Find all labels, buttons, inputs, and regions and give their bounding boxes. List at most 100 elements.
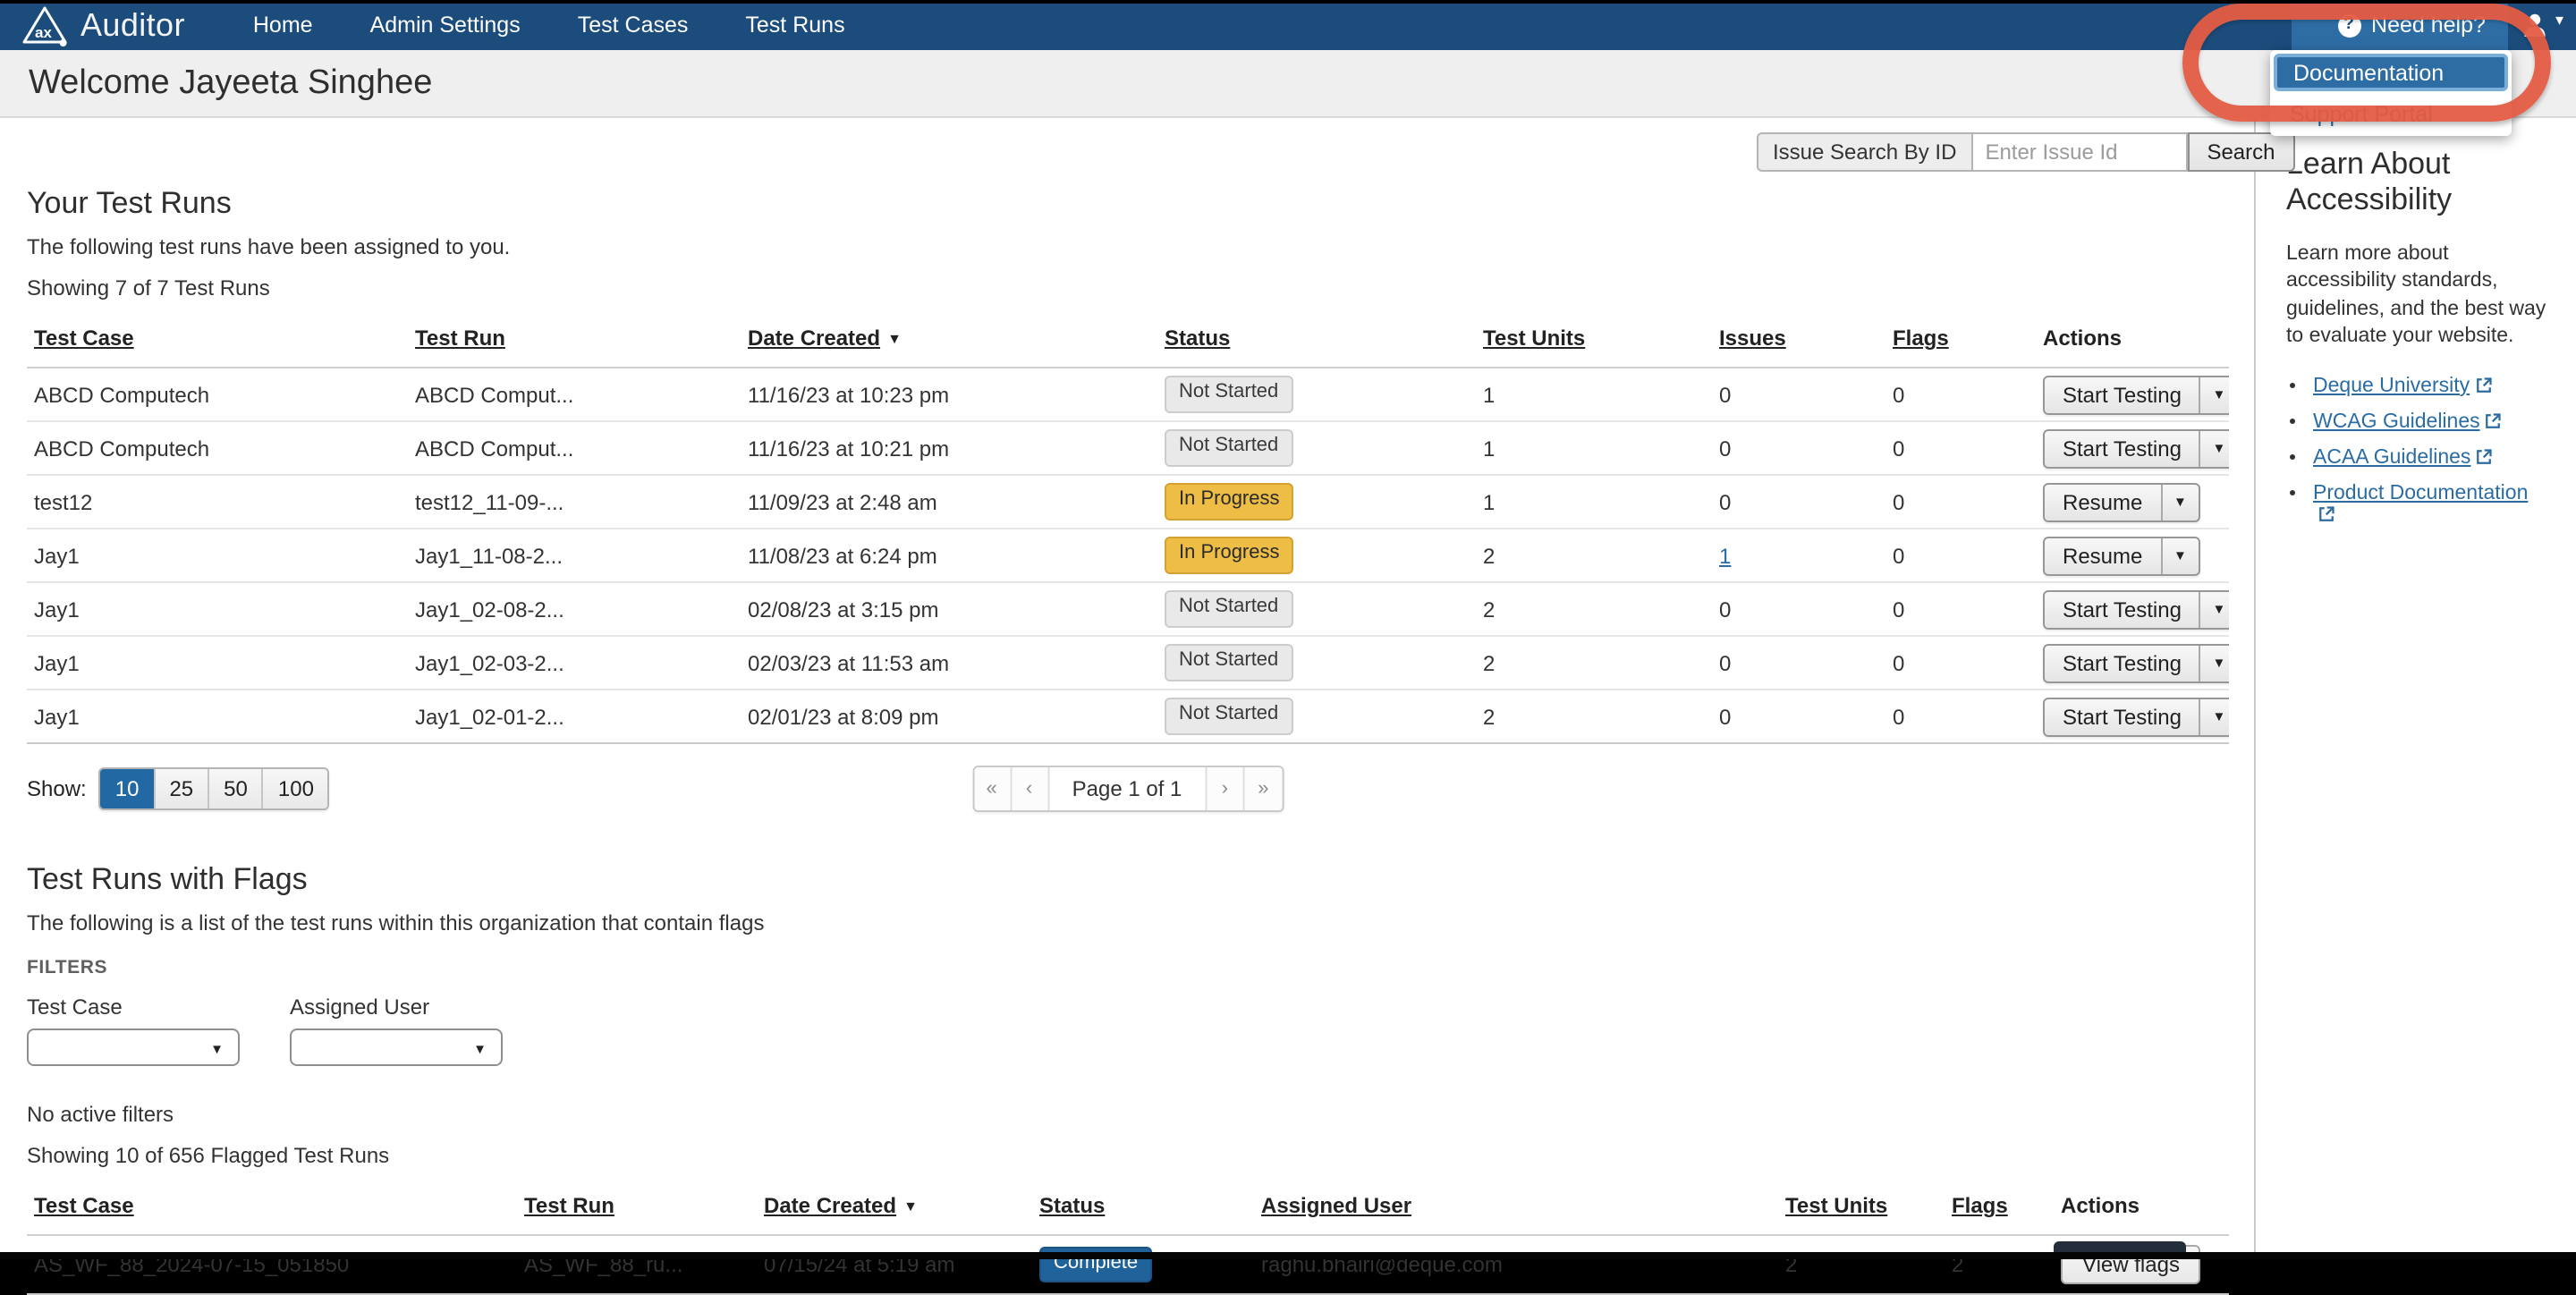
- prev-page-button[interactable]: ‹: [1012, 767, 1049, 810]
- table-row: Jay1 Jay1_02-03-2... 02/03/23 at 11:53 a…: [27, 636, 2229, 690]
- sort-flags[interactable]: Flags: [1893, 326, 1949, 351]
- sort-flags[interactable]: Flags: [1952, 1193, 2008, 1218]
- caret-down-icon[interactable]: ▼: [2199, 591, 2229, 627]
- nav-item-test-runs[interactable]: Test Runs: [745, 13, 844, 38]
- status-badge: Not Started: [1165, 644, 1292, 681]
- action-button[interactable]: Start Testing▼: [2043, 428, 2229, 468]
- sort-assigned-user[interactable]: Assigned User: [1261, 1193, 1411, 1218]
- nav-item-test-cases[interactable]: Test Cases: [578, 13, 689, 38]
- brand-home-link[interactable]: ax Auditor: [21, 4, 185, 46]
- page-indicator: Page 1 of 1: [1049, 767, 1208, 810]
- sort-desc-icon: ▼: [887, 331, 902, 347]
- need-help-button[interactable]: ? Need help?: [2291, 0, 2509, 50]
- sort-test-case[interactable]: Test Case: [34, 1193, 134, 1218]
- svg-text:ax: ax: [35, 23, 52, 40]
- status-badge: Not Started: [1165, 376, 1292, 413]
- link-acaa-guidelines[interactable]: ACAA Guidelines: [2313, 447, 2470, 469]
- caret-down-icon: ▾: [2555, 10, 2563, 30]
- sort-test-run[interactable]: Test Run: [415, 326, 505, 351]
- test-units-cell: 2: [1476, 529, 1712, 582]
- show-label: Show:: [27, 776, 87, 801]
- caret-down-icon[interactable]: ▼: [2199, 645, 2229, 681]
- assigned-user-filter-select[interactable]: ▼: [290, 1028, 503, 1066]
- date-created-cell: 11/16/23 at 10:21 pm: [741, 421, 1157, 475]
- user-menu-button[interactable]: ▾: [2509, 0, 2576, 50]
- sort-status[interactable]: Status: [1039, 1193, 1105, 1218]
- sort-date-created[interactable]: Date Created: [748, 326, 880, 351]
- caret-down-icon[interactable]: ▼: [2199, 698, 2229, 734]
- table-row: test12 test12_11-09-... 11/09/23 at 2:48…: [27, 475, 2229, 529]
- caret-down-icon: ▼: [210, 1041, 224, 1057]
- caret-down-icon[interactable]: ▼: [2199, 430, 2229, 466]
- action-button[interactable]: Start Testing▼: [2043, 643, 2229, 682]
- issues-link[interactable]: 1: [1719, 543, 1731, 568]
- action-button[interactable]: Start Testing▼: [2043, 697, 2229, 736]
- date-created-cell: 11/08/23 at 6:24 pm: [741, 529, 1157, 582]
- sort-date-created[interactable]: Date Created: [764, 1193, 896, 1218]
- action-button[interactable]: Start Testing▼: [2043, 589, 2229, 629]
- first-page-button[interactable]: «: [974, 767, 1012, 810]
- issue-search-group: Issue Search By ID Search: [1757, 132, 2295, 172]
- status-badge: Not Started: [1165, 698, 1292, 735]
- test-case-filter-select[interactable]: ▼: [27, 1028, 240, 1066]
- menu-item-documentation[interactable]: Documentation: [2274, 54, 2508, 91]
- sort-issues[interactable]: Issues: [1719, 326, 1786, 351]
- date-created-cell: 02/03/23 at 11:53 am: [741, 636, 1157, 690]
- external-link-icon: [2318, 506, 2334, 522]
- status-badge: Not Started: [1165, 590, 1292, 628]
- issue-search-button[interactable]: Search: [2187, 132, 2294, 172]
- action-label: Start Testing: [2045, 591, 2199, 627]
- sort-status[interactable]: Status: [1165, 326, 1230, 351]
- page-size-50[interactable]: 50: [208, 769, 262, 808]
- sort-test-units[interactable]: Test Units: [1483, 326, 1585, 351]
- sort-test-case[interactable]: Test Case: [34, 326, 134, 351]
- action-button[interactable]: Resume▼: [2043, 536, 2199, 575]
- filters-label: FILTERS: [27, 957, 2229, 978]
- flags-cell: 0: [1885, 475, 2036, 529]
- menu-item-support-portal[interactable]: Support Portal: [2274, 95, 2508, 132]
- nav-item-home[interactable]: Home: [253, 13, 313, 38]
- caret-down-icon[interactable]: ▼: [2199, 377, 2229, 412]
- link-product-documentation[interactable]: Product Documentation: [2313, 483, 2528, 504]
- window-bottom-edge: [0, 1252, 2576, 1259]
- list-item: ACAA Guidelines: [2313, 447, 2547, 469]
- flags-cell: 0: [1885, 421, 2036, 475]
- brand-name: Auditor: [80, 6, 185, 44]
- page-size-10[interactable]: 10: [101, 769, 154, 808]
- actions-header: Actions: [2036, 317, 2229, 368]
- issues-cell: 0: [1712, 475, 1885, 529]
- test-run-cell: Jay1_02-08-2...: [408, 582, 741, 636]
- caret-down-icon[interactable]: ▼: [2160, 537, 2198, 573]
- table-header-row: Test Case Test Run Date Created▼ Status …: [27, 317, 2229, 368]
- link-wcag-guidelines[interactable]: WCAG Guidelines: [2313, 411, 2480, 433]
- welcome-band: Welcome Jayeeta Singhee: [0, 50, 2576, 118]
- test-case-cell: test12: [27, 475, 408, 529]
- issues-cell: 0: [1712, 582, 1885, 636]
- test-case-cell: Jay1: [27, 529, 408, 582]
- filters-row: Test Case ▼ Assigned User ▼: [27, 995, 2229, 1066]
- test-case-cell: AS_WF_88_2024-07-15_051850: [27, 1235, 517, 1294]
- last-page-button[interactable]: »: [1244, 767, 1282, 810]
- test-units-cell: 1: [1476, 421, 1712, 475]
- issue-search-input[interactable]: [1970, 132, 2187, 172]
- your-test-runs-count: Showing 7 of 7 Test Runs: [27, 275, 2229, 300]
- caret-down-icon[interactable]: ▼: [2160, 484, 2198, 520]
- nav-item-admin-settings[interactable]: Admin Settings: [370, 13, 521, 38]
- link-deque-university[interactable]: Deque University: [2313, 376, 2470, 397]
- test-units-cell: 1: [1476, 368, 1712, 421]
- help-dropdown-menu: Documentation Support Portal: [2270, 50, 2512, 136]
- action-button[interactable]: Resume▼: [2043, 482, 2199, 521]
- test-run-cell: Jay1_02-01-2...: [408, 690, 741, 743]
- sort-test-units[interactable]: Test Units: [1785, 1193, 1887, 1218]
- page-size-25[interactable]: 25: [153, 769, 208, 808]
- window-top-edge: [0, 0, 2576, 4]
- test-run-cell: ABCD Comput...: [408, 368, 741, 421]
- next-page-button[interactable]: ›: [1207, 767, 1244, 810]
- your-test-runs-title: Your Test Runs: [27, 186, 2229, 222]
- page-size-100[interactable]: 100: [262, 769, 328, 808]
- status-badge: In Progress: [1165, 537, 1294, 574]
- test-case-cell: Jay1: [27, 690, 408, 743]
- action-button[interactable]: Start Testing▼: [2043, 375, 2229, 414]
- sort-test-run[interactable]: Test Run: [524, 1193, 614, 1218]
- pagination-row: Show: 10 25 50 100 « ‹ Page 1 of 1 › »: [27, 766, 2229, 812]
